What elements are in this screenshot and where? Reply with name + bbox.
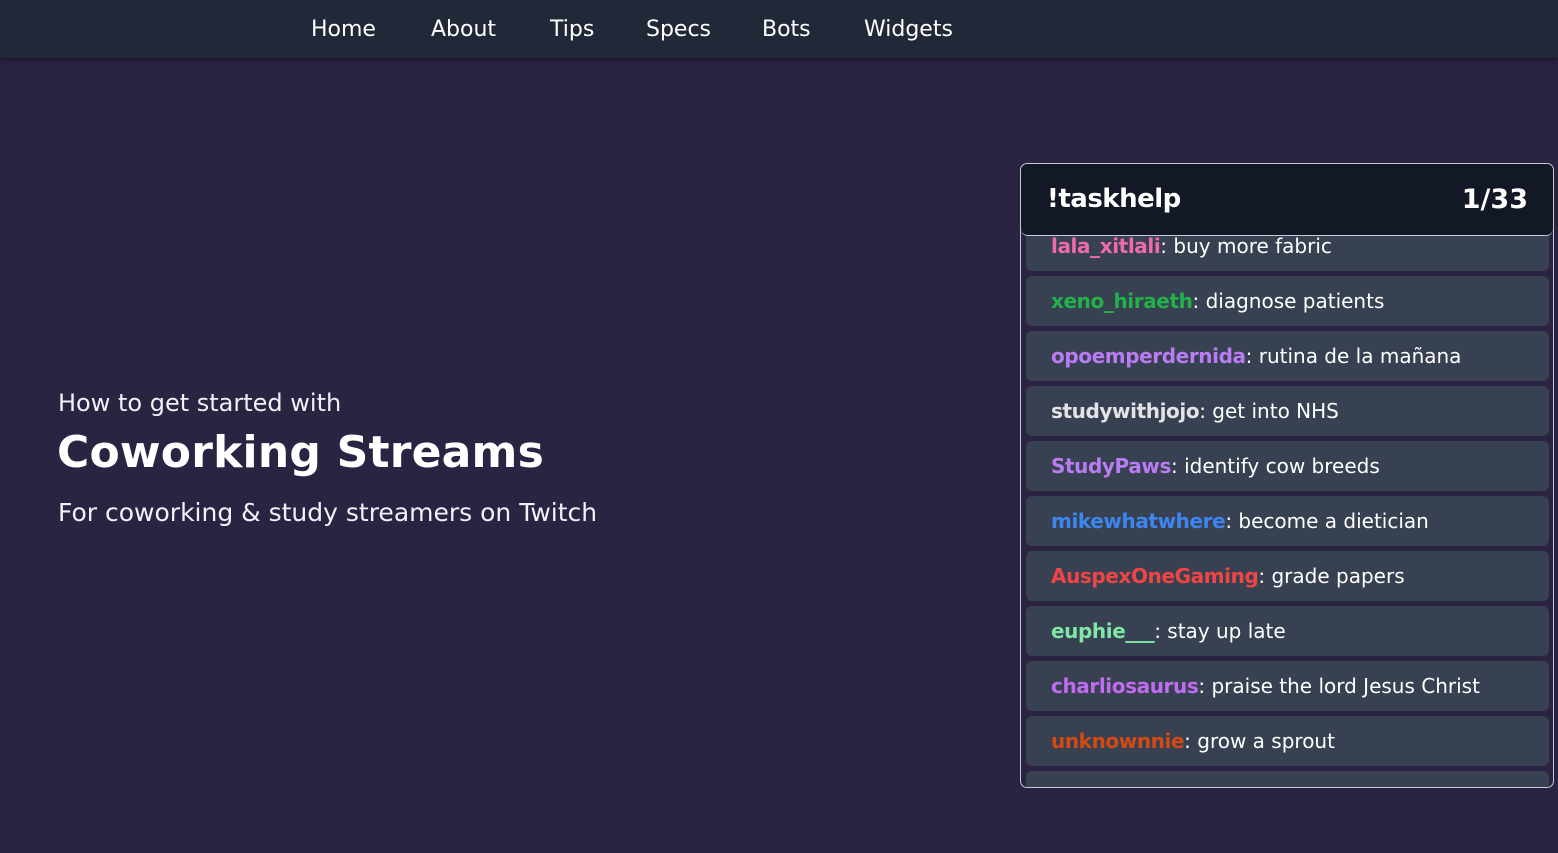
nav-link-about[interactable]: About xyxy=(431,0,496,58)
task-text: get into NHS xyxy=(1212,399,1339,423)
nav-link-home[interactable]: Home xyxy=(311,0,376,58)
task-text: grade papers xyxy=(1271,564,1405,588)
task-separator: : xyxy=(1154,619,1168,643)
hero-pre-title: How to get started with xyxy=(58,389,342,417)
task-separator: : xyxy=(1160,234,1174,258)
task-text: diagnose patients xyxy=(1205,289,1385,313)
task-username: charliosaurus xyxy=(1051,674,1199,698)
task-separator: : xyxy=(1198,674,1212,698)
task-username: studywithjojo xyxy=(1051,399,1200,423)
task-separator: : xyxy=(1199,399,1213,423)
hero-subtitle: For coworking & study streamers on Twitc… xyxy=(58,498,598,527)
taskhelp-widget-title: !taskhelp xyxy=(1047,184,1181,214)
task-row: xeno_hiraeth: diagnose patients xyxy=(1026,276,1549,326)
task-username: xeno_hiraeth xyxy=(1051,289,1193,313)
task-separator: : xyxy=(1192,289,1206,313)
task-username: lala_xitlali xyxy=(1051,234,1161,258)
task-list[interactable]: lala_xitlali: buy more fabric xeno_hiraet… xyxy=(1021,164,1553,787)
nav-link-widgets[interactable]: Widgets xyxy=(864,0,953,58)
task-row: studywithjojo: get into NHS xyxy=(1026,386,1549,436)
task-row: mikewhatwhere: become a dietician xyxy=(1026,496,1549,546)
task-text: buy more fabric xyxy=(1173,234,1332,258)
task-row: StudyPaws: identify cow breeds xyxy=(1026,441,1549,491)
task-text: rutina de la mañana xyxy=(1258,344,1462,368)
task-separator: : xyxy=(1225,509,1239,533)
nav-link-specs[interactable]: Specs xyxy=(646,0,711,58)
task-username: AuspexOneGaming xyxy=(1051,564,1259,588)
task-username: opoemperdernida xyxy=(1051,344,1246,368)
taskhelp-widget-header: !taskhelp 1/33 xyxy=(1021,164,1553,236)
task-username: euphie___ xyxy=(1051,619,1155,643)
task-text: identify cow breeds xyxy=(1184,454,1380,478)
task-separator: : xyxy=(1184,729,1198,753)
task-text: stay up late xyxy=(1167,619,1286,643)
nav-link-tips[interactable]: Tips xyxy=(550,0,594,58)
task-username: unknownnie xyxy=(1051,729,1185,753)
task-row: AuspexOneGaming: grade papers xyxy=(1026,551,1549,601)
task-row: charliosaurus: praise the lord Jesus Chr… xyxy=(1026,661,1549,711)
task-text: praise the lord Jesus Christ xyxy=(1211,674,1480,698)
task-username: StudyPaws xyxy=(1051,454,1171,478)
task-separator: : xyxy=(1258,564,1272,588)
task-row: opoemperdernida: rutina de la mañana xyxy=(1026,331,1549,381)
task-text: grow a sprout xyxy=(1197,729,1335,753)
taskhelp-page-counter: 1/33 xyxy=(1461,184,1528,215)
task-row: unknownnie: grow a sprout xyxy=(1026,716,1549,766)
task-row: euphie___: stay up late xyxy=(1026,606,1549,656)
hero-title: Coworking Streams xyxy=(57,427,544,478)
task-username: mikewhatwhere xyxy=(1051,509,1226,533)
taskhelp-widget: lala_xitlali: buy more fabric xeno_hiraet… xyxy=(1020,163,1554,788)
task-separator: : xyxy=(1245,344,1259,368)
task-separator: : xyxy=(1170,454,1185,478)
top-navbar: Home About Tips Specs Bots Widgets xyxy=(0,0,1558,58)
nav-link-bots[interactable]: Bots xyxy=(762,0,811,58)
task-text: become a dietician xyxy=(1238,509,1429,533)
task-row-partial xyxy=(1026,771,1549,787)
